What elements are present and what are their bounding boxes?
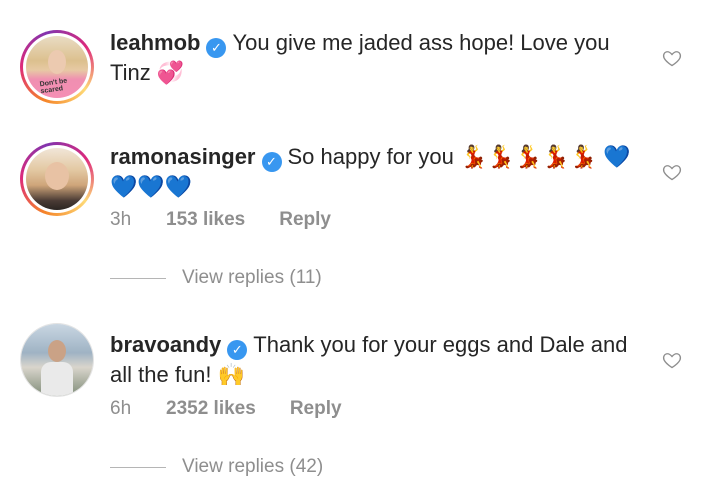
avatar-ramonasinger[interactable]	[20, 142, 94, 216]
heart-outline-icon[interactable]	[662, 162, 682, 182]
divider	[110, 466, 166, 468]
verified-badge-icon: ✓	[261, 152, 282, 172]
reply-button[interactable]: Reply	[279, 209, 331, 231]
comment-meta: 3h 153 likes Reply	[110, 209, 331, 231]
view-replies-button[interactable]: View replies (11)	[110, 267, 322, 289]
comment-username[interactable]: leahmob	[110, 30, 200, 55]
comment-username[interactable]: ramonasinger	[110, 144, 256, 169]
divider	[110, 277, 166, 279]
avatar-bravoandy[interactable]	[20, 323, 94, 397]
reply-button[interactable]: Reply	[290, 398, 342, 420]
avatar-image	[26, 148, 88, 210]
likes-count[interactable]: 153 likes	[166, 209, 245, 231]
likes-count[interactable]: 2352 likes	[166, 398, 256, 420]
comment-meta: 6h 2352 likes Reply	[110, 398, 342, 420]
comment-body: ramonasinger ✓ So happy for you 💃💃💃💃💃 💙💙💙💙	[110, 142, 650, 202]
view-replies-label: View replies (42)	[182, 456, 324, 477]
comment-body: bravoandy ✓ Thank you for your eggs and Da…	[110, 330, 650, 390]
heart-outline-icon[interactable]	[662, 48, 682, 68]
comment-username[interactable]: bravoandy	[110, 332, 221, 357]
avatar-image: Don't be scared	[26, 36, 88, 98]
heart-outline-icon[interactable]	[662, 350, 682, 370]
comment-body: leahmob ✓ You give me jaded ass hope! Love…	[110, 28, 650, 88]
avatar-leahmob[interactable]: Don't be scared	[20, 30, 94, 104]
verified-badge-icon: ✓	[227, 340, 248, 360]
comment-time: 6h	[110, 398, 132, 419]
view-replies-button[interactable]: View replies (42)	[110, 456, 323, 478]
verified-badge-icon: ✓	[206, 38, 227, 58]
comment-time: 3h	[110, 209, 132, 230]
avatar-shirt-text: Don't be scared	[39, 77, 68, 96]
view-replies-label: View replies (11)	[182, 267, 322, 288]
avatar-image	[21, 324, 93, 396]
